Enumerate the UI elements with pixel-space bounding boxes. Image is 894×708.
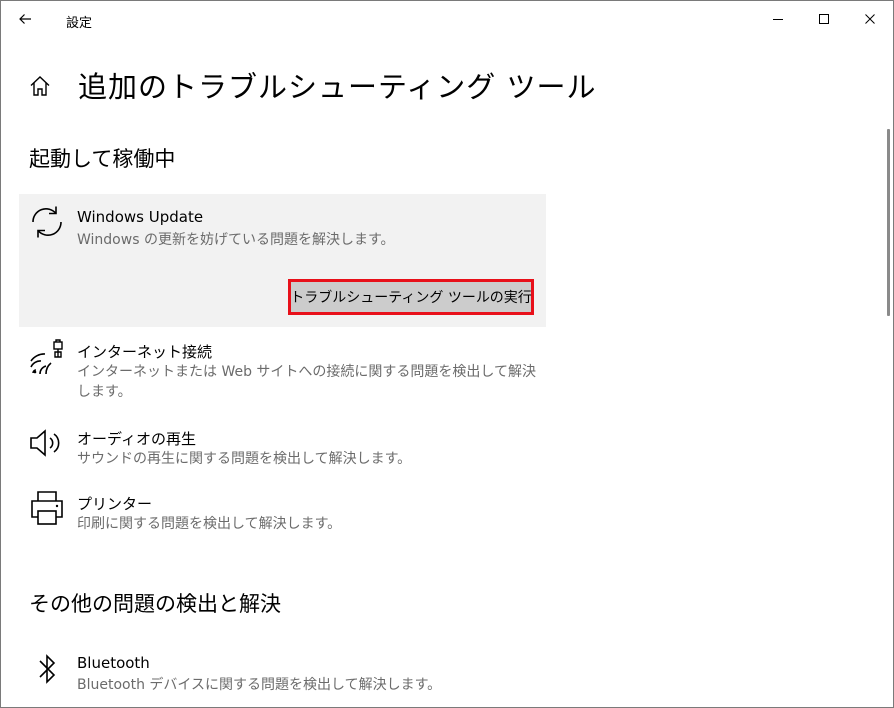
wifi-ethernet-icon <box>30 339 63 375</box>
maximize-icon <box>819 14 829 24</box>
title-bar: 設定 <box>1 1 893 37</box>
item-name: インターネット接続 <box>77 343 213 361</box>
scrollbar-thumb[interactable] <box>887 129 890 316</box>
item-name: Windows Update <box>77 208 204 226</box>
settings-window: 設定 追加のトラブルシューティング ツール 起動して稼働中 Windows Up… <box>0 0 894 708</box>
item-description: サウンドの再生に関する問題を検出して解決します。 <box>77 451 412 467</box>
item-name: Bluetooth <box>77 654 150 672</box>
troubleshooter-internet-connection[interactable]: インターネット接続 インターネットまたは Web サイトへの接続に関する問題を検… <box>19 334 546 414</box>
back-button[interactable] <box>1 1 49 37</box>
home-icon[interactable] <box>28 74 52 98</box>
page-title: 追加のトラブルシューティング ツール <box>78 70 597 104</box>
printer-icon <box>31 491 63 525</box>
bluetooth-icon <box>39 654 56 684</box>
section-title-running: 起動して稼働中 <box>29 147 176 171</box>
troubleshooter-bluetooth[interactable]: Bluetooth Bluetooth デバイスに関する問題を検出して解決します… <box>19 647 546 705</box>
section-title-other: その他の問題の検出と解決 <box>29 592 281 616</box>
close-button[interactable] <box>847 1 893 37</box>
speaker-icon <box>30 429 60 457</box>
item-description: インターネットまたは Web サイトへの接続に関する問題を検出して解決します。 <box>77 364 537 400</box>
troubleshooter-windows-update[interactable]: Windows Update Windows の更新を妨げている問題を解決します… <box>19 194 546 327</box>
item-description: Windows の更新を妨げている問題を解決します。 <box>77 232 395 248</box>
minimize-icon <box>773 19 783 20</box>
troubleshooter-audio-playback[interactable]: オーディオの再生 サウンドの再生に関する問題を検出して解決します。 <box>19 421 546 481</box>
troubleshooter-printer[interactable]: プリンター 印刷に関する問題を検出して解決します。 <box>19 486 546 546</box>
back-arrow-icon <box>19 14 31 24</box>
close-icon <box>865 14 875 24</box>
item-name: プリンター <box>77 495 153 513</box>
maximize-button[interactable] <box>801 1 847 37</box>
item-description: Bluetooth デバイスに関する問題を検出して解決します。 <box>77 677 442 693</box>
minimize-button[interactable] <box>755 1 801 37</box>
window-title: 設定 <box>66 16 93 31</box>
item-name: オーディオの再生 <box>77 430 196 448</box>
item-description: 印刷に関する問題を検出して解決します。 <box>77 516 342 532</box>
run-troubleshooter-button[interactable]: トラブルシューティング ツールの実行 <box>288 279 534 315</box>
sync-icon <box>32 206 62 238</box>
